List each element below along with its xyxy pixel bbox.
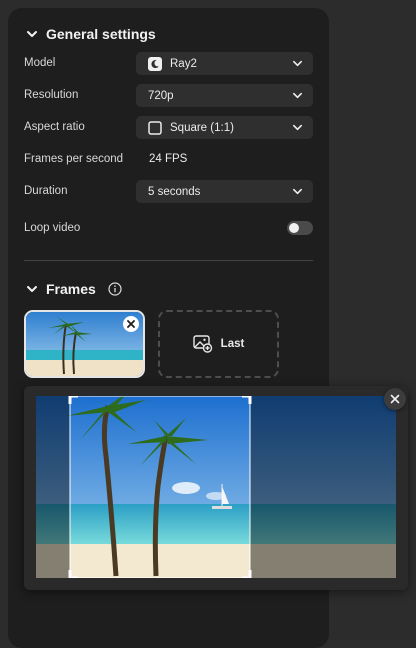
model-label: Model <box>24 57 56 69</box>
close-icon <box>127 320 135 328</box>
aspect-ratio-value: Square (1:1) <box>170 121 234 134</box>
close-crop-button[interactable] <box>384 388 406 410</box>
loop-video-toggle[interactable] <box>287 221 313 235</box>
beach-image <box>36 396 396 578</box>
fps-value: 24 FPS <box>149 153 188 165</box>
frames-header[interactable]: Frames <box>26 281 122 297</box>
chevron-down-icon <box>27 31 37 37</box>
resolution-select[interactable]: 720p <box>136 84 313 107</box>
chevron-down-icon <box>293 188 302 195</box>
model-select[interactable]: Ray2 <box>136 52 313 75</box>
frames-title: Frames <box>46 281 96 297</box>
crop-image-area <box>36 396 396 578</box>
remove-frame-button[interactable] <box>123 316 139 332</box>
general-settings-title: General settings <box>46 26 156 42</box>
add-image-icon <box>192 335 212 353</box>
aspect-ratio-select[interactable]: Square (1:1) <box>136 116 313 139</box>
general-settings-header[interactable]: General settings <box>26 26 156 42</box>
close-icon <box>390 394 400 404</box>
toggle-knob <box>289 223 299 233</box>
info-icon[interactable] <box>108 282 122 296</box>
first-frame-card[interactable] <box>24 310 145 378</box>
resolution-label: Resolution <box>24 89 79 101</box>
chevron-down-icon <box>293 60 302 67</box>
resolution-value: 720p <box>148 89 174 102</box>
duration-value: 5 seconds <box>148 185 201 198</box>
fps-label: Frames per second <box>24 153 124 165</box>
divider <box>24 260 313 261</box>
duration-select[interactable]: 5 seconds <box>136 180 313 203</box>
chevron-down-icon <box>293 92 302 99</box>
chevron-down-icon <box>293 124 302 131</box>
chevron-down-icon <box>27 286 37 292</box>
last-frame-label: Last <box>220 338 245 350</box>
moon-icon <box>148 56 162 71</box>
aspect-ratio-label: Aspect ratio <box>24 121 85 133</box>
crop-preview-overlay <box>24 386 408 590</box>
duration-label: Duration <box>24 185 68 197</box>
model-value: Ray2 <box>170 57 197 70</box>
last-frame-card[interactable]: Last <box>158 310 279 378</box>
square-icon <box>148 120 162 135</box>
loop-video-label: Loop video <box>24 222 81 234</box>
